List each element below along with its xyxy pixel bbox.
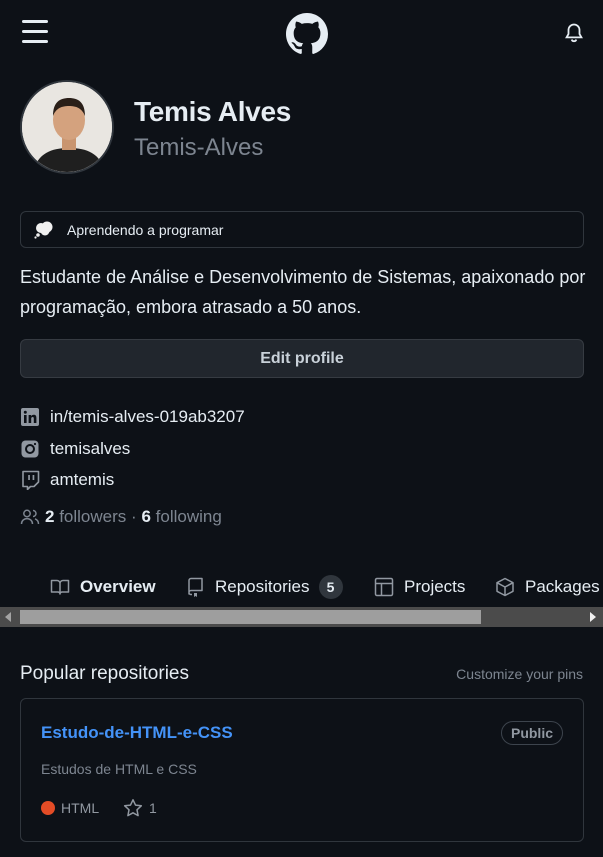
tab-packages[interactable]: Packages: [495, 574, 600, 600]
linkedin-icon: [21, 408, 39, 426]
repo-icon: [188, 577, 203, 597]
status-text: Aprendendo a programar: [67, 222, 224, 238]
edit-profile-button[interactable]: Edit profile: [20, 339, 584, 378]
social-label: in/temis-alves-019ab3207: [50, 407, 245, 426]
followers-link[interactable]: 2 followers: [45, 507, 126, 527]
thought-balloon-icon: [34, 221, 53, 239]
repo-stars-link[interactable]: 1: [123, 798, 157, 818]
repo-language: HTML: [41, 800, 99, 816]
following-label: following: [155, 507, 222, 526]
scroll-left-arrow[interactable]: [5, 612, 11, 622]
top-bar: [0, 0, 603, 66]
popular-repositories-heading: Popular repositories: [20, 663, 189, 684]
tab-projects[interactable]: Projects: [374, 574, 465, 600]
github-octocat-icon[interactable]: [286, 13, 328, 55]
tab-overview[interactable]: Overview: [50, 574, 156, 600]
social-link-twitch[interactable]: amtemis: [20, 468, 114, 492]
followers-count: 2: [45, 507, 55, 526]
scrollbar-thumb[interactable]: [20, 610, 481, 624]
repo-visibility-badge: Public: [500, 721, 563, 745]
bell-icon[interactable]: [563, 22, 585, 44]
tab-label: Overview: [80, 577, 156, 596]
avatar-photo: [22, 82, 112, 172]
table-icon: [374, 577, 394, 597]
people-icon: [20, 509, 40, 525]
social-link-instagram[interactable]: temisalves: [20, 437, 130, 461]
tab-label: Packages: [525, 577, 600, 596]
package-icon: [496, 577, 514, 597]
scroll-right-arrow[interactable]: [590, 612, 596, 622]
followers-label: followers: [59, 507, 127, 526]
following-count: 6: [141, 507, 151, 526]
star-count: 1: [149, 800, 157, 816]
followers-row: 2 followers · 6 following: [20, 505, 222, 529]
social-label: amtemis: [50, 470, 115, 489]
repo-description: Estudos de HTML e CSS: [41, 761, 197, 777]
twitch-icon: [22, 470, 40, 490]
customize-pins-link[interactable]: Customize your pins: [456, 666, 583, 682]
tab-label: Repositories: [215, 577, 310, 596]
repo-name-link[interactable]: Estudo-de-HTML-e-CSS: [41, 723, 233, 743]
profile-full-name: Temis Alves: [134, 96, 292, 127]
repositories-counter: 5: [318, 575, 343, 599]
repo-card: Estudo-de-HTML-e-CSS Public Estudos de H…: [20, 698, 584, 842]
avatar[interactable]: [20, 80, 114, 174]
profile-bio: Estudante de Análise e Desenvolvimento d…: [20, 267, 586, 317]
follow-separator: ·: [131, 507, 137, 526]
language-label: HTML: [61, 800, 100, 816]
status-box[interactable]: Aprendendo a programar: [20, 211, 584, 248]
hamburger-icon[interactable]: [22, 20, 48, 44]
social-link-linkedin[interactable]: in/temis-alves-019ab3207: [20, 405, 245, 429]
language-color-dot: [41, 801, 55, 815]
profile-tabs: Overview Repositories 5 Projects Package…: [0, 566, 603, 608]
tab-label: Projects: [404, 577, 466, 596]
tabs-horizontal-scrollbar[interactable]: [0, 607, 603, 627]
social-label: temisalves: [50, 439, 131, 458]
profile-username: Temis-Alves: [134, 134, 264, 161]
instagram-icon: [21, 440, 39, 458]
star-icon: [123, 799, 143, 817]
book-icon: [50, 579, 70, 595]
tab-repositories[interactable]: Repositories 5: [185, 574, 343, 600]
following-link[interactable]: 6 following: [141, 507, 221, 527]
